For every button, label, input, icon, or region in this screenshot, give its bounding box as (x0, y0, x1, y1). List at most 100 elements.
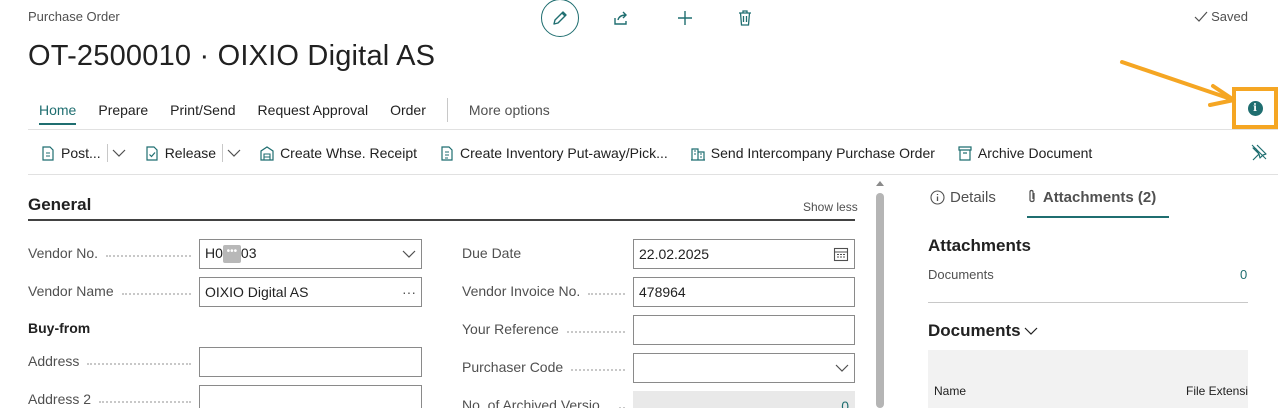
leader-dots (571, 369, 625, 371)
vendor-no-suffix: 03 (240, 244, 257, 261)
your-reference-label: Your Reference (462, 321, 633, 337)
tab-print-send[interactable]: Print/Send (159, 98, 246, 124)
purchaser-code-field[interactable] (633, 353, 855, 383)
archived-versions-label-text: No. of Archived Versio... (462, 397, 612, 408)
purchaser-code-label-text: Purchaser Code (462, 359, 564, 375)
leader-dots (566, 331, 625, 333)
post-button[interactable]: Post... (40, 145, 101, 161)
leader-dots (99, 401, 191, 403)
plus-icon (678, 11, 692, 25)
vendor-no-field[interactable]: H0 ••• 03 (199, 239, 422, 269)
split-divider (106, 144, 108, 162)
vendor-invoice-no-field[interactable]: 478964 (633, 277, 855, 307)
info-pane-toggle[interactable]: i (1232, 87, 1278, 129)
edit-button[interactable] (541, 0, 579, 37)
chevron-down-icon[interactable] (402, 249, 416, 259)
unpin-icon[interactable] (1250, 143, 1268, 161)
delete-button[interactable] (735, 8, 755, 28)
address-label-text: Address (28, 353, 80, 369)
document-icon (441, 146, 453, 161)
chevron-down-icon (112, 149, 126, 157)
archived-versions-value: 0 (841, 398, 849, 408)
show-less-link[interactable]: Show less (803, 200, 858, 214)
tab-details[interactable]: Details (930, 189, 996, 206)
tab-home[interactable]: Home (28, 98, 87, 125)
section-underline (28, 219, 855, 221)
tab-order[interactable]: Order (379, 98, 437, 124)
top-actions (541, 0, 755, 37)
split-divider (222, 144, 224, 162)
archive-document-label: Archive Document (977, 145, 1093, 161)
actions-divider (28, 174, 1278, 175)
create-inventory-putaway-label: Create Inventory Put-away/Pick... (460, 145, 668, 161)
attachments-divider (928, 302, 1248, 303)
column-header-file-extension[interactable]: File Extension (1186, 384, 1248, 398)
address-2-field[interactable] (199, 385, 422, 408)
address-2-label: Address 2 (28, 391, 199, 407)
create-inventory-putaway-button[interactable]: Create Inventory Put-away/Pick... (439, 145, 668, 161)
archived-versions-field[interactable]: 0 (633, 391, 855, 408)
documents-count[interactable]: 0 (1240, 267, 1247, 282)
leader-dots (87, 363, 191, 365)
chevron-down-icon[interactable] (835, 363, 849, 373)
vendor-name-field[interactable]: OIXIO Digital AS ··· (199, 277, 422, 307)
calendar-icon[interactable] (833, 246, 849, 262)
vendor-name-value: OIXIO Digital AS (205, 284, 309, 300)
your-reference-field[interactable] (633, 315, 855, 345)
tabs-divider (28, 129, 1278, 130)
tab-attachments-label: Attachments (2) (1042, 188, 1157, 206)
vendor-no-label-text: Vendor No. (28, 245, 99, 261)
archive-document-button[interactable]: Archive Document (957, 145, 1092, 161)
attachments-title: Attachments (928, 236, 1031, 255)
vendor-name-label-text: Vendor Name (28, 283, 114, 299)
action-tabs: Home Prepare Print/Send Request Approval… (28, 98, 561, 126)
factbox-tabs: Details Attachments (2) (930, 186, 1186, 208)
tab-prepare[interactable]: Prepare (87, 98, 159, 124)
leader-dots (588, 293, 625, 295)
more-options-tab[interactable]: More options (458, 98, 561, 124)
archive-icon (958, 146, 972, 161)
create-whse-receipt-label: Create Whse. Receipt (280, 145, 418, 161)
chevron-down-icon (227, 149, 241, 157)
documents-section-title[interactable]: Documents (928, 321, 1038, 341)
tab-request-approval[interactable]: Request Approval (247, 98, 380, 124)
tab-details-label: Details (950, 188, 996, 206)
leader-dots (121, 293, 191, 295)
add-button[interactable] (675, 8, 695, 28)
purchaser-code-label: Purchaser Code (462, 359, 633, 375)
due-date-label-text: Due Date (462, 245, 522, 261)
column-header-name[interactable]: Name (934, 384, 966, 398)
due-date-field[interactable]: 22.02.2025 (633, 239, 855, 269)
vendor-invoice-no-label-text: Vendor Invoice No. (462, 283, 581, 299)
tab-divider (446, 98, 448, 122)
saved-label: Saved (1211, 9, 1248, 24)
create-whse-receipt-button[interactable]: Create Whse. Receipt (259, 145, 417, 161)
scrollbar-thumb[interactable] (876, 193, 884, 408)
address-2-label-text: Address 2 (28, 391, 92, 407)
info-circle-icon (930, 189, 945, 205)
chevron-down-icon (1024, 327, 1038, 335)
leader-dots (529, 255, 625, 257)
highlight-arrow (1120, 60, 1236, 107)
address-label: Address (28, 353, 199, 369)
info-icon: i (1247, 100, 1263, 116)
release-button[interactable]: Release (144, 145, 216, 161)
ellipsis-icon[interactable]: ··· (402, 284, 416, 300)
vendor-name-label: Vendor Name (28, 283, 199, 299)
release-icon (146, 146, 158, 161)
pencil-icon (553, 11, 567, 25)
release-dropdown[interactable] (227, 148, 241, 158)
vendor-invoice-no-value: 478964 (639, 284, 686, 300)
scroll-up-arrow[interactable] (875, 179, 885, 187)
share-button[interactable] (611, 8, 631, 28)
documents-label: Documents (928, 267, 994, 282)
documents-title-text: Documents (928, 321, 1021, 340)
tab-attachments[interactable]: Attachments (2) (1026, 189, 1156, 206)
address-field[interactable] (199, 347, 422, 377)
general-section-title: General (28, 195, 92, 214)
post-dropdown[interactable] (112, 148, 126, 158)
leader-dots (106, 255, 191, 257)
documents-table (928, 350, 1248, 408)
post-split-button: Post... (40, 144, 144, 162)
send-intercompany-button[interactable]: Send Intercompany Purchase Order (690, 145, 935, 161)
